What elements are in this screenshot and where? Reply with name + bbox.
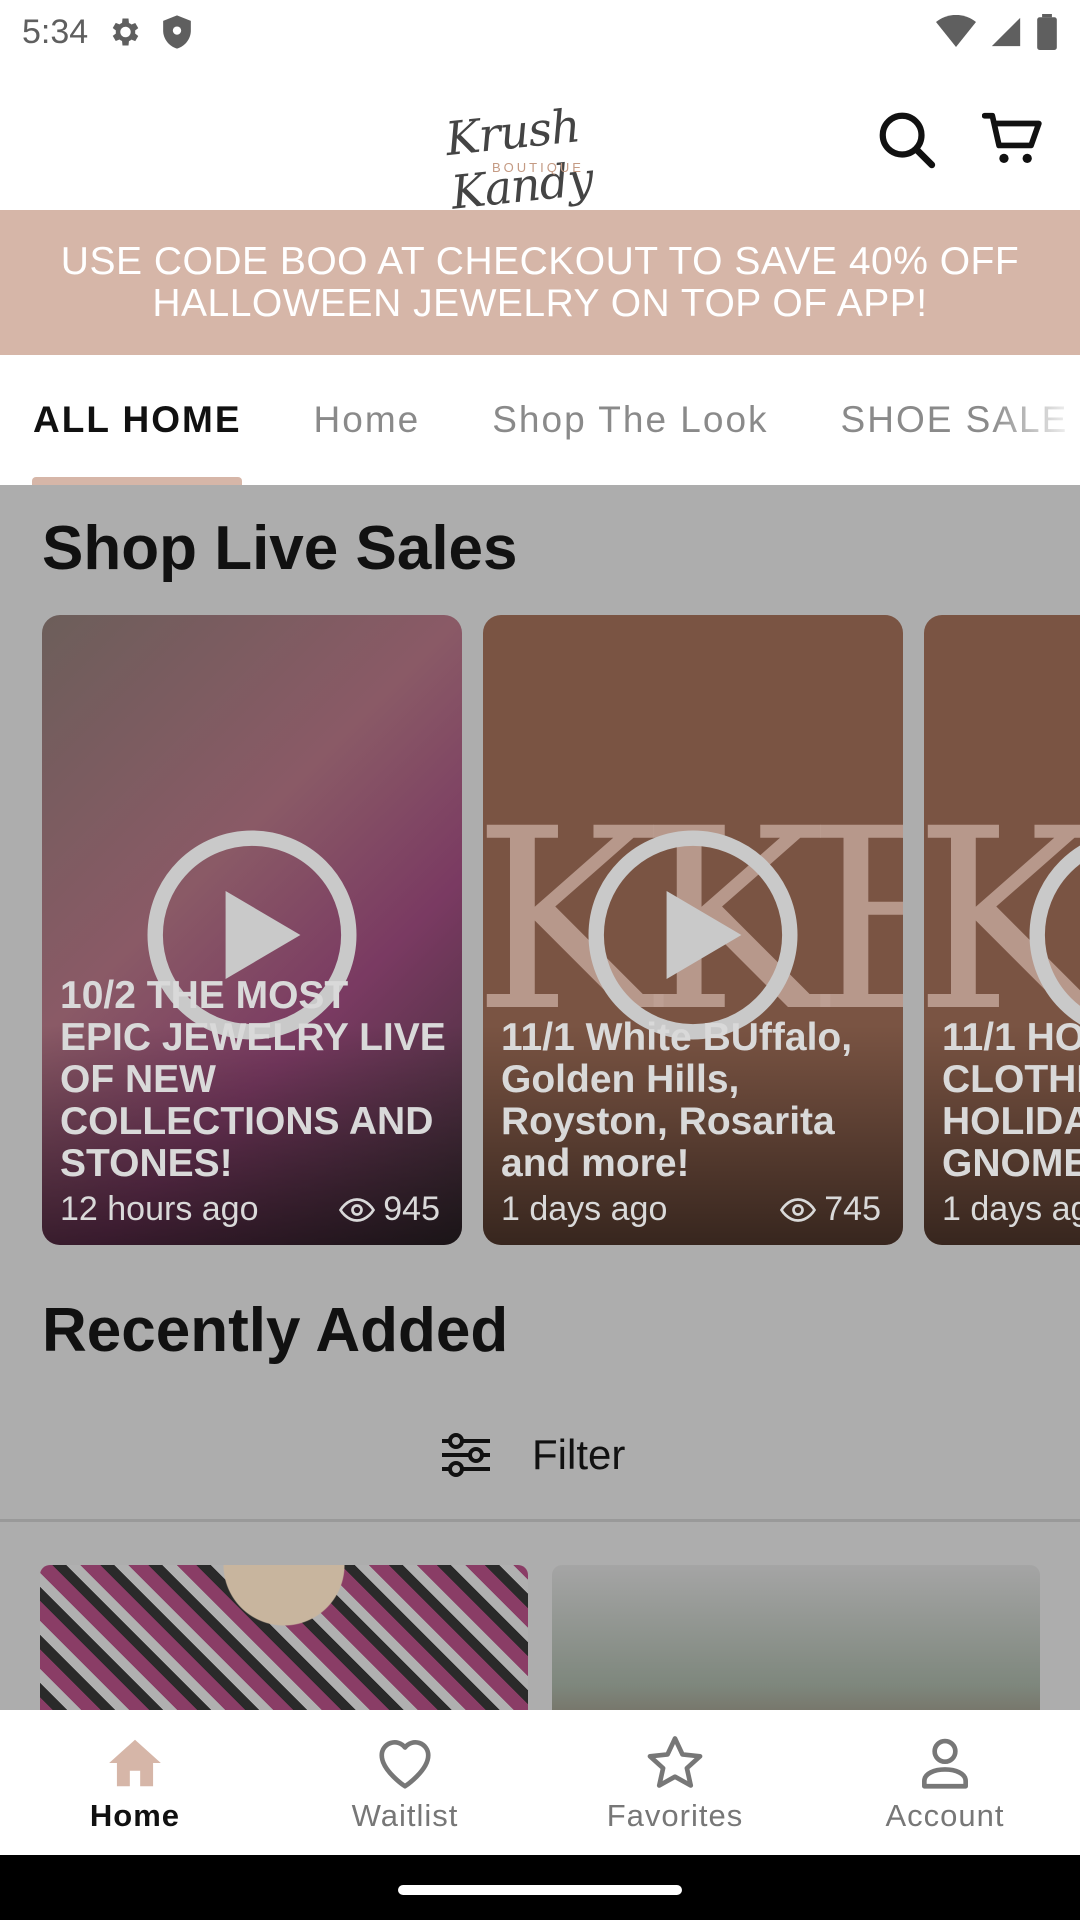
live-sale-time: 1 days ago	[501, 1190, 668, 1228]
cart-icon[interactable]	[982, 108, 1044, 170]
nav-account[interactable]: Account	[810, 1710, 1080, 1855]
battery-icon	[1037, 14, 1057, 50]
live-sale-card[interactable]: 10/2 THE MOST EPIC JEWELRY LIVE OF NEW C…	[42, 615, 462, 1245]
status-time: 5:34	[22, 12, 89, 51]
live-sale-title: 11/1 HOLI LIVE KK CLOTHI PAJAMA HOLIDA &…	[942, 1016, 1080, 1185]
tab-shop-the-look[interactable]: Shop The Look	[456, 355, 804, 485]
product-card[interactable]	[552, 1565, 1040, 1710]
views-value: 945	[383, 1190, 440, 1228]
category-tabs: ALL HOME Home Shop The Look SHOE SALE	[0, 355, 1080, 485]
main-content: Shop Live Sales 10/2 THE MOST EPIC JEWEL…	[0, 485, 1080, 1710]
section-title-live-sales: Shop Live Sales	[42, 514, 518, 583]
tab-home[interactable]: Home	[278, 355, 457, 485]
nav-waitlist[interactable]: Waitlist	[270, 1710, 540, 1855]
eye-icon	[339, 1197, 376, 1222]
views-value: 745	[824, 1190, 881, 1228]
logo-subtitle: BOUTIQUE	[492, 160, 584, 175]
shield-icon	[163, 15, 192, 49]
filter-button[interactable]: Filter	[440, 1415, 625, 1495]
nav-label: Account	[885, 1797, 1005, 1833]
filter-label: Filter	[532, 1431, 626, 1478]
product-card[interactable]	[40, 1565, 528, 1710]
status-bar: 5:34	[0, 0, 1080, 64]
sliders-icon	[442, 1433, 490, 1477]
live-sales-carousel[interactable]: 10/2 THE MOST EPIC JEWELRY LIVE OF NEW C…	[42, 615, 1080, 1245]
tab-label: Home	[313, 399, 421, 440]
play-icon[interactable]	[1024, 825, 1080, 1045]
live-sale-time: 12 hours ago	[60, 1190, 259, 1228]
wifi-icon	[936, 15, 976, 47]
person-icon	[922, 1738, 968, 1789]
home-icon	[109, 1739, 161, 1786]
live-sale-title: 11/1 White BUffalo, Golden Hills, Roysto…	[501, 1016, 853, 1185]
brand-logo[interactable]: Krush Kandy BOUTIQUE	[440, 86, 640, 219]
nav-label: Home	[89, 1797, 181, 1833]
search-icon[interactable]	[875, 108, 937, 170]
promo-banner[interactable]: USE CODE BOO AT CHECKOUT TO SAVE 40% OFF…	[0, 210, 1080, 355]
views-count: 745	[780, 1190, 881, 1229]
nav-label: Waitlist	[351, 1797, 459, 1833]
heart-icon	[379, 1739, 431, 1789]
live-sale-meta: 12 hours ago 945	[60, 1190, 440, 1229]
star-icon	[647, 1735, 703, 1788]
nav-home[interactable]: Home	[0, 1710, 270, 1855]
section-title-recently-added: Recently Added	[42, 1296, 509, 1365]
nav-favorites[interactable]: Favorites	[540, 1710, 810, 1855]
live-sale-card[interactable]: KKB 11/1 White BUffalo, Golden Hills, Ro…	[483, 615, 903, 1245]
bottom-navigation: Home Waitlist Favorites Account	[0, 1710, 1080, 1855]
nav-label: Favorites	[606, 1797, 744, 1833]
logo-script: Krush Kandy	[442, 98, 596, 220]
tab-all-home[interactable]: ALL HOME	[0, 355, 278, 485]
views-count: 945	[339, 1190, 440, 1229]
play-icon[interactable]	[583, 825, 803, 1045]
promo-text: USE CODE BOO AT CHECKOUT TO SAVE 40% OFF…	[60, 239, 1020, 325]
tab-label: ALL HOME	[33, 399, 242, 440]
eye-icon	[780, 1197, 817, 1222]
system-navigation-bar	[0, 1855, 1080, 1920]
tab-label: Shop The Look	[492, 399, 769, 440]
live-sale-meta: 1 days ago 745	[501, 1190, 881, 1229]
live-sale-time: 1 days ago	[942, 1190, 1080, 1228]
active-tab-indicator	[32, 477, 242, 485]
tabs-fade	[990, 355, 1080, 485]
live-sale-title: 10/2 THE MOST EPIC JEWELRY LIVE OF NEW C…	[60, 974, 446, 1185]
app-header: Krush Kandy BOUTIQUE	[0, 64, 1080, 220]
divider	[0, 1519, 1080, 1522]
home-gesture-pill[interactable]	[398, 1885, 682, 1895]
signal-icon	[991, 17, 1021, 47]
live-sale-meta: 1 days ago	[942, 1190, 1080, 1229]
settings-icon	[112, 18, 139, 46]
live-sale-card[interactable]: K 11/1 HOLI LIVE KK CLOTHI PAJAMA HOLIDA…	[924, 615, 1080, 1245]
